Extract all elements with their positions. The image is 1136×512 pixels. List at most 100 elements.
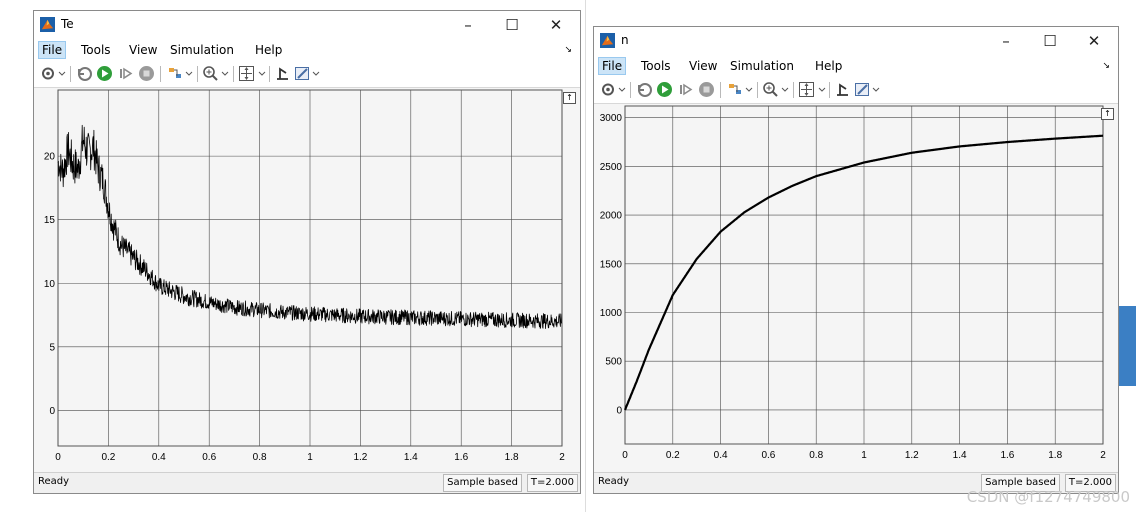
n-plot: 0 0.2 0.4 0.6 0.8 1 1.2 1.4 1.6 1.8 2 0 500 1000 1500 2… <box>600 105 1106 461</box>
x-tick-label: 0.8 <box>253 452 267 463</box>
menu-tools[interactable]: Tools <box>638 58 674 74</box>
x-tick-label: 1.2 <box>353 452 367 463</box>
background-block <box>1118 306 1136 386</box>
menu-tools[interactable]: Tools <box>78 42 114 58</box>
menu-view-label: View <box>129 43 158 57</box>
y-tick-label: 1000 <box>600 308 623 319</box>
y-tick-label: 15 <box>44 215 56 226</box>
cursor-measure-icon[interactable] <box>274 65 291 82</box>
minimize-button[interactable]: – <box>448 11 488 39</box>
menu-help-label: Help <box>255 43 283 57</box>
y-tick-label: 1500 <box>600 259 623 270</box>
step-forward-icon[interactable] <box>117 65 134 82</box>
menu-simulation-label: Simulation <box>730 59 794 73</box>
highlight-icon[interactable] <box>166 65 194 82</box>
fit-view-icon[interactable] <box>798 81 826 98</box>
menu-file[interactable]: File <box>38 41 67 59</box>
collapse-menu-icon[interactable]: ↘ <box>564 45 572 55</box>
close-button[interactable]: ✕ <box>1074 27 1114 55</box>
maximize-button[interactable]: ☐ <box>492 11 532 39</box>
menu-view[interactable]: View <box>686 58 720 74</box>
plot-area: 0 0.2 0.4 0.6 0.8 1 1.2 1.4 1.6 1.8 2 0 5 10 15 20 ↑ <box>34 88 580 472</box>
x-tick-label: 1.4 <box>404 452 418 463</box>
menu-file[interactable]: File <box>598 57 627 75</box>
menu-simulation[interactable]: Simulation <box>167 42 237 58</box>
matlab-icon <box>600 33 615 48</box>
x-tick-label: 0.2 <box>666 450 680 461</box>
x-tick-label: 0.2 <box>101 452 115 463</box>
menu-help[interactable]: Help <box>252 42 285 58</box>
menu-tools-label: Tools <box>641 59 671 73</box>
x-tick-label: 1.8 <box>505 452 519 463</box>
te-plot: 0 0.2 0.4 0.6 0.8 1 1.2 1.4 1.6 1.8 205101520 <box>44 89 565 463</box>
menu-file-label: File <box>602 59 623 73</box>
zoom-icon[interactable] <box>762 81 790 98</box>
y-tick-label: 500 <box>605 357 622 368</box>
matlab-icon <box>40 17 55 32</box>
x-tick-label: 0.4 <box>152 452 166 463</box>
cursor-measure-icon[interactable] <box>834 81 851 98</box>
toolbar <box>594 77 1118 104</box>
stop-icon[interactable] <box>138 65 155 82</box>
menu-help-label: Help <box>815 59 843 73</box>
run-icon[interactable] <box>96 65 113 82</box>
undock-icon[interactable]: ↑ <box>563 92 576 104</box>
step-back-icon[interactable] <box>76 65 93 82</box>
status-ready: Ready <box>598 476 630 487</box>
highlight-icon[interactable] <box>726 81 754 98</box>
title-bar[interactable]: n – ☐ ✕ <box>594 27 1118 55</box>
scope-window-n: n – ☐ ✕ File Tools View Simulation Help … <box>593 26 1119 494</box>
window-title: Te <box>61 17 74 31</box>
watermark: CSDN @f1274749800 <box>966 488 1130 506</box>
x-tick-label: 1.6 <box>1000 450 1014 461</box>
close-button[interactable]: ✕ <box>536 11 576 39</box>
menu-file-label: File <box>42 43 63 57</box>
title-bar[interactable]: Te – ☐ ✕ <box>34 11 580 39</box>
x-tick-label: 0 <box>55 452 61 463</box>
fit-view-icon[interactable] <box>238 65 266 82</box>
x-tick-label: 0.4 <box>714 450 728 461</box>
x-tick-label: 0.6 <box>761 450 775 461</box>
maximize-button[interactable]: ☐ <box>1030 27 1070 55</box>
menu-tools-label: Tools <box>81 43 111 57</box>
status-ready: Ready <box>38 476 70 487</box>
menu-bar: File Tools View Simulation Help ↘ <box>594 55 1118 77</box>
y-tick-label: 0 <box>616 405 622 416</box>
stop-icon[interactable] <box>698 81 715 98</box>
step-forward-icon[interactable] <box>677 81 694 98</box>
undock-icon[interactable]: ↑ <box>1101 108 1114 120</box>
y-tick-label: 10 <box>44 279 56 290</box>
style-icon[interactable] <box>854 81 880 98</box>
zoom-icon[interactable] <box>202 65 230 82</box>
style-icon[interactable] <box>294 65 320 82</box>
menu-view-label: View <box>689 59 718 73</box>
window-title: n <box>621 33 629 47</box>
menu-simulation-label: Simulation <box>170 43 234 57</box>
x-tick-label: 1.2 <box>905 450 919 461</box>
status-mode: Sample based <box>443 474 522 492</box>
x-tick-label: 1.4 <box>953 450 967 461</box>
collapse-menu-icon[interactable]: ↘ <box>1102 61 1110 71</box>
x-tick-label: 1.6 <box>454 452 468 463</box>
x-tick-label: 1 <box>307 452 313 463</box>
run-icon[interactable] <box>656 81 673 98</box>
x-tick-label: 1 <box>861 450 867 461</box>
menu-bar: File Tools View Simulation Help ↘ <box>34 39 580 61</box>
status-bar: Ready Sample based T=2.000 <box>34 472 580 493</box>
x-tick-label: 2 <box>559 452 565 463</box>
settings-icon[interactable] <box>40 65 66 82</box>
x-tick-label: 0.6 <box>202 452 216 463</box>
menu-view[interactable]: View <box>126 42 160 58</box>
y-tick-label: 2500 <box>600 162 623 173</box>
step-back-icon[interactable] <box>636 81 653 98</box>
y-tick-label: 2000 <box>600 211 623 222</box>
settings-icon[interactable] <box>600 81 626 98</box>
y-tick-label: 0 <box>49 406 55 417</box>
x-tick-label: 0 <box>622 450 628 461</box>
scope-window-te: Te – ☐ ✕ File Tools View Simulation Help… <box>33 10 581 494</box>
toolbar <box>34 61 580 88</box>
minimize-button[interactable]: – <box>986 27 1026 55</box>
menu-simulation[interactable]: Simulation <box>727 58 797 74</box>
x-tick-label: 2 <box>1100 450 1106 461</box>
menu-help[interactable]: Help <box>812 58 845 74</box>
